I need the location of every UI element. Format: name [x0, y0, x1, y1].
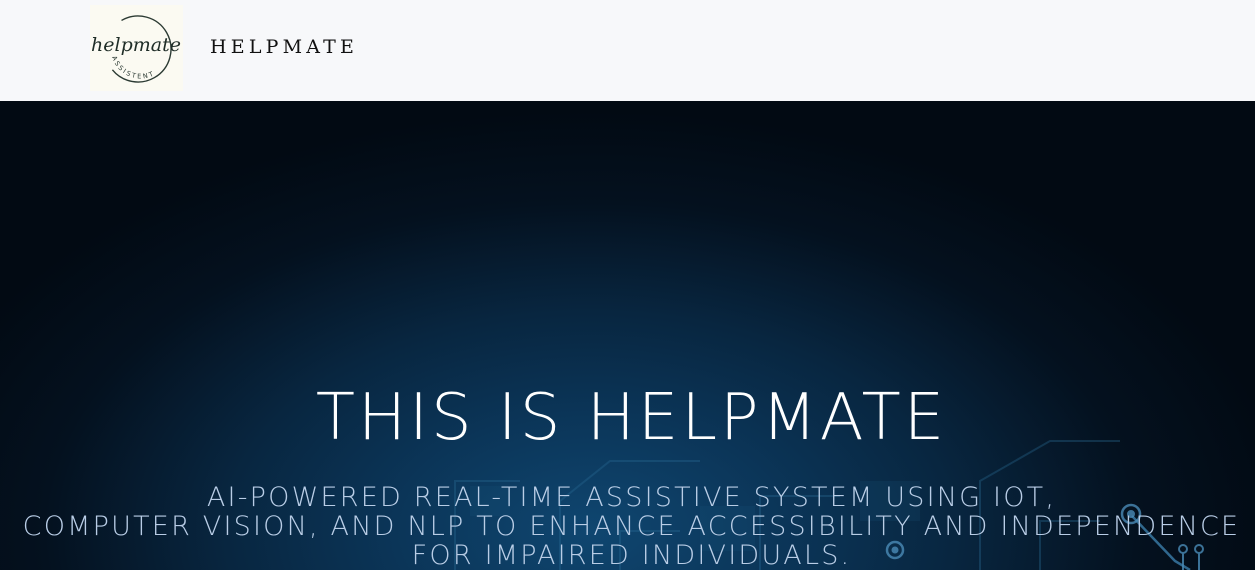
page: helpmate ASSISTENT HELPMATE THIS IS HELP… — [0, 0, 1255, 570]
logo-mark: helpmate ASSISTENT — [91, 15, 181, 83]
hero-section: THIS IS HELPMATE AI-POWERED REAL-TIME AS… — [0, 101, 1255, 570]
site-header: helpmate ASSISTENT HELPMATE — [0, 0, 1255, 101]
hero-subtitle-line: FOR IMPAIRED INDIVIDUALS. — [411, 540, 852, 570]
hero-subtitle-line: AI-POWERED REAL-TIME ASSISTIVE SYSTEM US… — [206, 482, 1057, 513]
logo-ring-text: ASSISTENT — [110, 55, 156, 81]
logo[interactable]: helpmate ASSISTENT — [90, 5, 183, 91]
hero-subtitle-line: COMPUTER VISION, AND NLP TO ENHANCE ACCE… — [22, 511, 1241, 542]
hero-title: THIS IS HELPMATE — [315, 381, 948, 455]
hero-subtitle: AI-POWERED REAL-TIME ASSISTIVE SYSTEM US… — [0, 483, 1255, 570]
brand-name[interactable]: HELPMATE — [210, 35, 358, 59]
logo-script-text: helpmate — [91, 34, 181, 56]
